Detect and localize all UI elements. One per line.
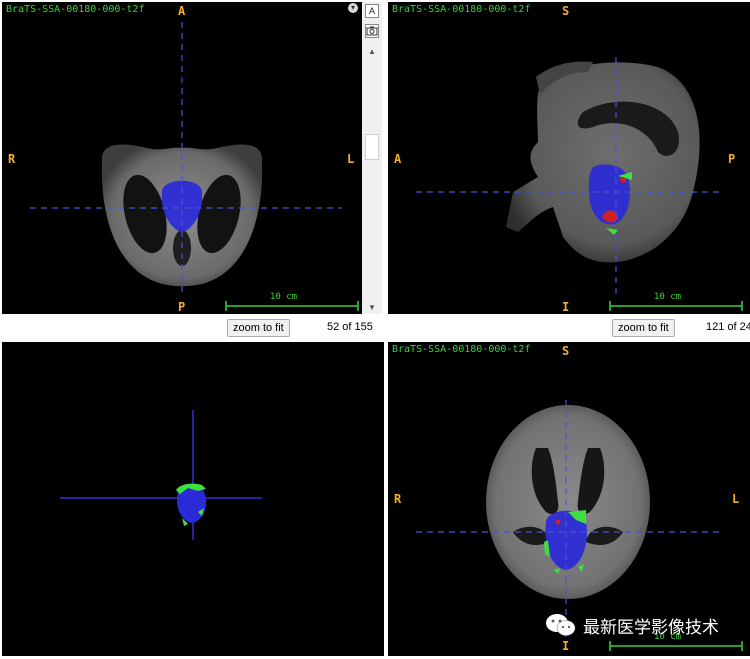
sagittal-slice-counter: 121 of 24 — [706, 321, 750, 333]
coronal-slice-image — [416, 400, 743, 651]
render-3d-pane[interactable] — [2, 342, 384, 656]
watermark: 最新医学影像技术 — [545, 612, 719, 638]
slice-scrollbar[interactable]: ▲ ▼ — [365, 46, 379, 314]
text-annotation-button[interactable]: A — [365, 4, 379, 18]
wechat-icon — [546, 614, 576, 636]
sagittal-orient-anterior: A — [394, 152, 402, 166]
sagittal-orient-posterior: P — [728, 152, 736, 166]
screenshot-camera-button[interactable] — [365, 24, 379, 38]
axial-orient-anterior: A — [178, 4, 186, 18]
view-toolbar: A ▲ ▼ — [362, 2, 382, 314]
sagittal-volume-label: BraTS-SSA-00180-000-t2f — [392, 4, 531, 15]
axial-slice-counter: 52 of 155 — [327, 321, 373, 333]
axial-scale-label: 10 cm — [270, 292, 298, 302]
scroll-thumb[interactable] — [365, 134, 379, 160]
axial-orient-left: L — [347, 152, 355, 166]
sagittal-orient-inferior: I — [562, 300, 570, 314]
watermark-text: 最新医学影像技术 — [583, 617, 719, 638]
sagittal-orient-superior: S — [562, 4, 570, 18]
coronal-scale-bar — [609, 641, 743, 651]
sagittal-view-pane[interactable]: BraTS-SSA-00180-000-t2f S I A P 10 cm — [388, 2, 750, 314]
sagittal-scale-label: 10 cm — [654, 292, 682, 302]
sagittal-slice-image — [416, 57, 743, 311]
sagittal-scale-bar — [609, 301, 743, 311]
coronal-orient-right: R — [394, 492, 402, 506]
tumor-3d-render — [60, 410, 262, 540]
options-dropdown-icon[interactable]: ▾ — [348, 3, 358, 13]
axial-scale-bar — [225, 301, 359, 311]
axial-slice-image — [30, 22, 359, 311]
axial-orient-posterior: P — [178, 300, 186, 314]
sagittal-zoom-to-fit-button[interactable]: zoom to fit — [612, 319, 675, 337]
axial-zoom-to-fit-button[interactable]: zoom to fit — [227, 319, 290, 337]
coronal-orient-left: L — [732, 492, 740, 506]
coronal-view-pane[interactable]: BraTS-SSA-00180-000-t2f S I R L 10 cm — [388, 342, 750, 656]
axial-view-pane[interactable]: BraTS-SSA-00180-000-t2f A P R L 10 cm ▾ — [2, 2, 362, 314]
axial-volume-label: BraTS-SSA-00180-000-t2f — [6, 4, 145, 15]
axial-orient-right: R — [8, 152, 16, 166]
coronal-orient-superior: S — [562, 344, 570, 358]
coronal-volume-label: BraTS-SSA-00180-000-t2f — [392, 344, 531, 355]
scroll-up-arrow[interactable]: ▲ — [365, 46, 379, 58]
scroll-down-arrow[interactable]: ▼ — [365, 302, 379, 314]
coronal-orient-inferior: I — [562, 639, 570, 653]
camera-icon — [366, 26, 378, 36]
